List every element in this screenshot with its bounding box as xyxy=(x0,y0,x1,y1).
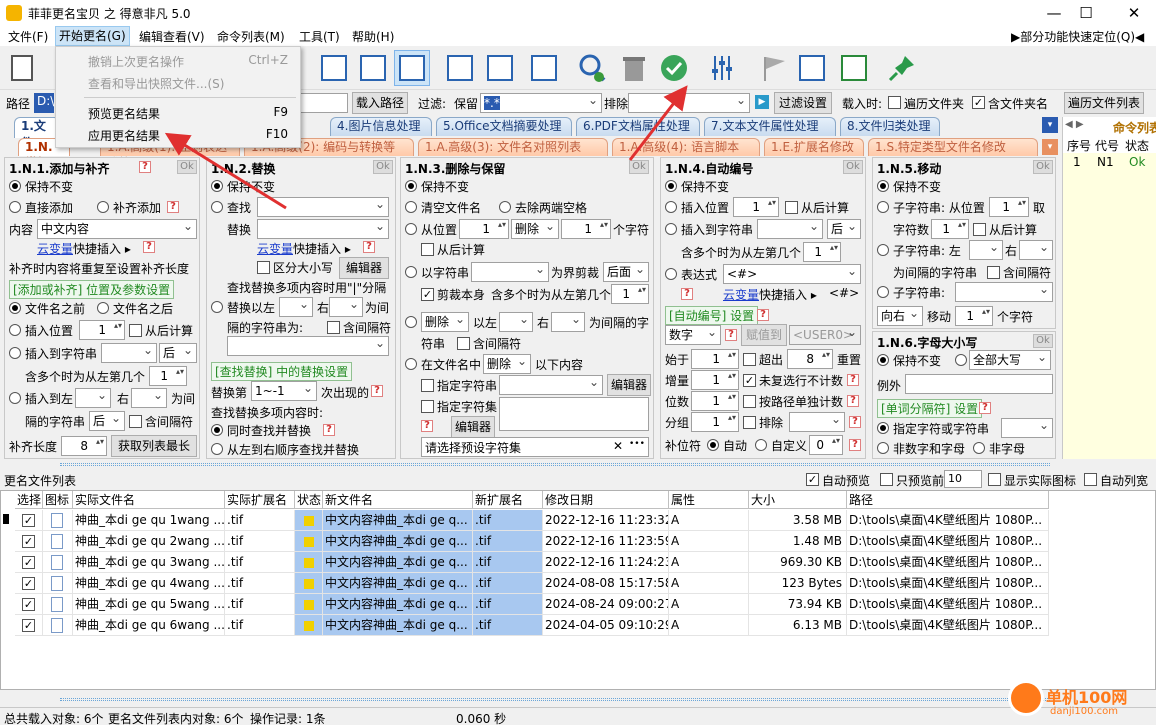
annotation-arrows xyxy=(164,85,688,210)
app-window: 菲菲更名宝贝 之 得意非凡 5.0 — ☐ ✕ 文件(F) 开始更名(G) 编辑… xyxy=(0,0,1156,725)
arrow-1 xyxy=(164,132,287,210)
arrow-2 xyxy=(628,85,688,161)
